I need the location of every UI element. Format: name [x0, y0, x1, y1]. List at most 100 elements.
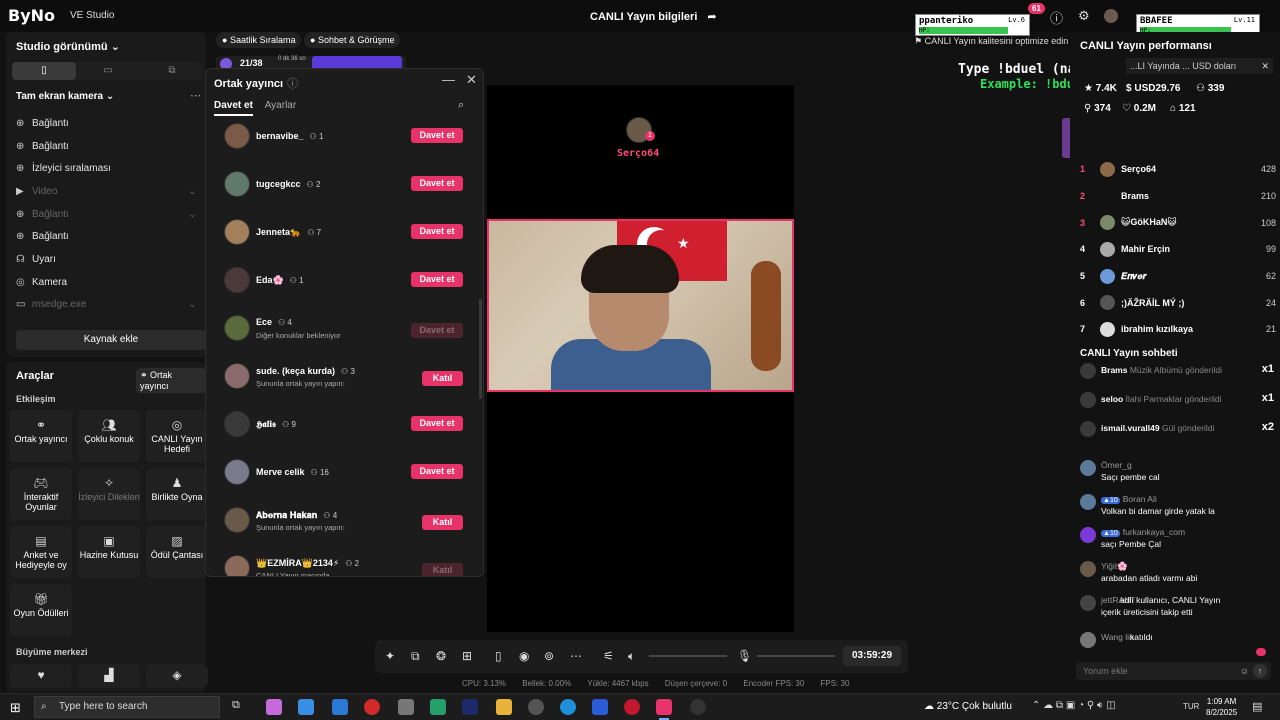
mixer-icon[interactable]: ⚟ [603, 649, 614, 663]
ranking-row[interactable]: 3 😺GöKHaN😺 108 [1080, 209, 1276, 236]
source-item[interactable]: ⊕ Bağlantı ⌄ [16, 203, 196, 226]
emoji-icon[interactable]: ☺ [1240, 662, 1249, 680]
share-icon[interactable]: ➦ [707, 11, 716, 23]
effects-icon[interactable]: ❂ [436, 649, 446, 663]
add-scene-icon[interactable]: ⊞ [462, 649, 472, 663]
invite-button[interactable]: Davet et [411, 416, 463, 431]
portrait-layout-button[interactable]: ▯ [12, 62, 76, 80]
chat-app-icon[interactable] [430, 699, 446, 715]
help-icon[interactable]: ⓘ [1050, 8, 1063, 27]
settings-gear-icon[interactable]: ⚙ [1078, 8, 1090, 24]
minimize-icon[interactable]: — [442, 72, 455, 87]
growth-tool-2[interactable]: ▟ [78, 664, 140, 688]
system-tray[interactable]: ⌃ ☁ ⧉ ▣ ◔ ⚲ 🔉︎ ◫ [1032, 700, 1116, 711]
source-item[interactable]: ⊕ İzleyici sıralaması [16, 157, 196, 180]
more-icon[interactable]: ⋯ [570, 649, 582, 663]
invite-button[interactable]: Davet et [411, 464, 463, 479]
invite-button[interactable]: Davet et [411, 272, 463, 287]
popup-scrollbar[interactable] [479, 299, 482, 399]
copilot-icon[interactable] [266, 699, 282, 715]
chat-match-chip[interactable]: ● Sohbet & Görüşme [304, 32, 401, 48]
ranking-row[interactable]: 7 ibrahim kızılkaya 21 [1080, 316, 1276, 343]
edge-icon[interactable] [560, 699, 576, 715]
invite-button[interactable]: Davet et [411, 128, 463, 143]
search-icon[interactable]: ⌕ [458, 99, 464, 112]
hourly-ranking-chip[interactable]: ● Saatlik Sıralama [216, 32, 302, 48]
add-source-button[interactable]: Kaynak ekle [16, 330, 206, 350]
send-icon[interactable]: ↑ [1253, 664, 1267, 678]
tool-tile[interactable]: ◎ CANLI Yayın Hedefi [146, 410, 208, 462]
ranking-row[interactable]: 5 𝑬𝒏𝒗𝒆𝒓 62 [1080, 263, 1276, 290]
magic-wand-icon[interactable]: ✦ [385, 649, 395, 663]
taskbar-search-input[interactable]: ⌕ Type here to search [34, 696, 220, 718]
source-item[interactable]: ◎ Kamera [16, 271, 196, 294]
task-view-icon[interactable]: ⧉ [232, 699, 248, 715]
chrome-icon[interactable] [528, 699, 544, 715]
tool-tile[interactable]: ✧ İzleyici Dilekleri [78, 468, 140, 520]
studio-view-title[interactable]: Studio görünümü ⌄ [16, 40, 120, 53]
ranking-row[interactable]: 4 Mahir Erçin 99 [1080, 236, 1276, 263]
source-item[interactable]: ▭ msedge.exe ⌄ [16, 294, 196, 317]
source-item[interactable]: ⊕ Bağlantı [16, 135, 196, 158]
help-icon[interactable]: ⓘ [287, 78, 298, 90]
source-item[interactable]: ▶ Video ⌄ [16, 180, 196, 203]
tool-tile[interactable]: ▨ Ödül Çantası [146, 526, 208, 578]
profile-avatar[interactable] [1104, 9, 1118, 23]
comment-input[interactable]: Yorum ekle ☺ ↑ [1076, 662, 1271, 680]
tab-settings[interactable]: Ayarlar [265, 100, 297, 111]
windows-start-icon[interactable]: ⊞ [10, 700, 21, 716]
close-icon[interactable]: ✕ [466, 72, 477, 88]
game-launcher-icon[interactable] [398, 699, 414, 715]
opera-icon[interactable] [364, 699, 380, 715]
speaker-volume-slider[interactable] [649, 655, 727, 657]
weather-widget[interactable]: ☁ 23°C Çok bulutlu [924, 701, 1012, 712]
tool-tile[interactable]: 🎮︎ İnteraktif Oyunlar [10, 468, 72, 520]
ranking-row[interactable]: 2 Brams 210 [1080, 183, 1276, 210]
growth-tool-3[interactable]: ◈ [146, 664, 208, 688]
source-item[interactable]: ⊕ Bağlantı [16, 225, 196, 248]
speaker-icon[interactable]: 🔈︎ [628, 649, 635, 664]
microphone-icon[interactable]: 🎙︎ [737, 649, 752, 663]
join-button[interactable]: Katıl [422, 371, 463, 386]
mail-icon[interactable] [332, 699, 348, 715]
ranking-row[interactable]: 1 Serço64 428 [1080, 156, 1276, 183]
chevron-down-icon[interactable]: ⌄ [188, 299, 196, 310]
landscape-layout-button[interactable]: ▭ [76, 62, 140, 80]
multi-layout-button[interactable]: ⧉ [140, 62, 204, 80]
tool-tile[interactable]: ⚭ Ortak yayıncı [10, 410, 72, 462]
record-icon[interactable]: ◉ [519, 649, 529, 663]
chevron-down-icon[interactable]: ⌄ [188, 186, 196, 197]
tool-tile[interactable]: 🎁︎ Oyun Ödülleri [10, 584, 72, 636]
camera-switch-icon[interactable]: ⊚ [544, 649, 554, 663]
scene-selector[interactable]: Tam ekran kamera ⌄ [16, 91, 114, 102]
input-language[interactable]: TUR [1183, 702, 1199, 711]
join-button[interactable]: Katıl [422, 515, 463, 530]
ranking-row[interactable]: 6 ;)ÄŽRÄİL MÝ ;) 24 [1080, 289, 1276, 316]
notification-center-icon[interactable]: ▤ [1252, 700, 1262, 713]
camera-source-frame[interactable]: ★ [487, 219, 794, 392]
vpn-icon[interactable] [592, 699, 608, 715]
tab-invite[interactable]: Davet et [214, 100, 253, 116]
source-item[interactable]: ☊ Uyarı [16, 248, 196, 271]
video-editor-icon[interactable] [462, 699, 478, 715]
growth-tool-1[interactable]: ♥ [10, 664, 72, 688]
cohost-shortcut[interactable]: ⚭ Ortak yayıncı [136, 368, 206, 393]
source-item[interactable]: ⊕ Bağlantı [16, 112, 196, 135]
live-info-button[interactable]: CANLI Yayın bilgileri ➦ [590, 10, 717, 23]
browser-icon[interactable] [624, 699, 640, 715]
file-explorer-icon[interactable] [496, 699, 512, 715]
quality-tip[interactable]: ⚑ CANLI Yayın kalitesini optimize edin [912, 36, 1071, 47]
more-options-icon[interactable]: ⋯ [190, 89, 201, 102]
chevron-down-icon[interactable]: ⌄ [188, 209, 196, 220]
screen-capture-icon[interactable]: ⧉ [411, 649, 420, 664]
tool-tile[interactable]: ▣ Hazine Kutusu [78, 526, 140, 578]
obs-icon[interactable] [690, 699, 706, 715]
close-icon[interactable]: ✕ [1261, 58, 1269, 74]
tool-tile[interactable]: ♟ Birlikte Oyna [146, 468, 208, 520]
mic-volume-slider[interactable] [757, 655, 835, 657]
tiktok-studio-icon[interactable] [656, 699, 672, 720]
store-icon[interactable] [298, 699, 314, 715]
tool-tile[interactable]: 👥︎ Çoklu konuk [78, 410, 140, 462]
invite-button[interactable]: Davet et [411, 224, 463, 239]
invite-button[interactable]: Davet et [411, 176, 463, 191]
